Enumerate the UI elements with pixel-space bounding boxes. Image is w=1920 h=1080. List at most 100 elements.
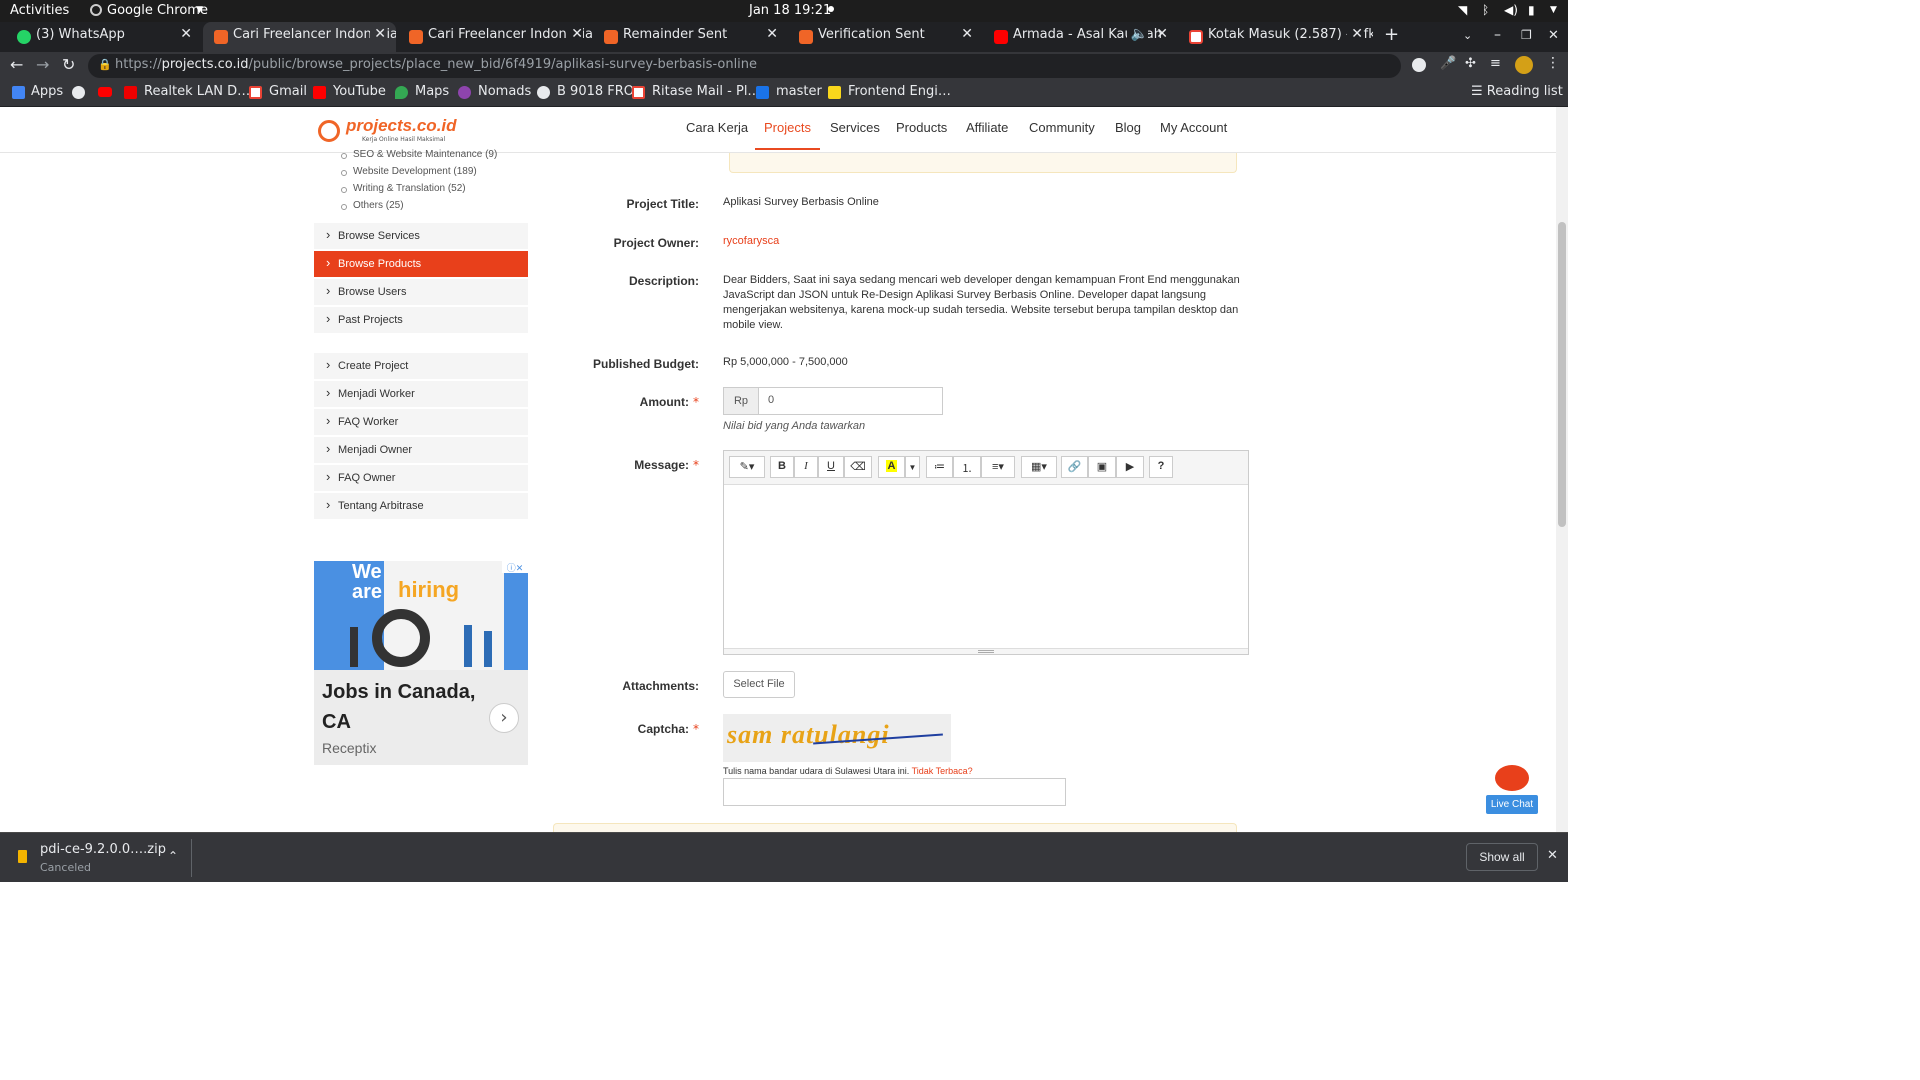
download-filename[interactable]: pdi-ce-9.2.0.0….zip (40, 842, 166, 857)
bookmark-realtek[interactable]: Realtek LAN D… (124, 84, 250, 99)
forward-arrow-icon[interactable]: → (36, 55, 49, 74)
paragraph-align-icon[interactable]: ≡▾ (981, 456, 1015, 478)
font-color-dropdown-icon[interactable]: ▼ (905, 456, 920, 478)
category-link[interactable]: Writing & Translation (52) (341, 183, 466, 194)
sidebar-item-browse-users[interactable]: Browse Users (314, 279, 528, 305)
link-icon[interactable]: 🔗 (1061, 456, 1088, 478)
scrollbar-thumb[interactable] (1558, 222, 1566, 527)
amount-input[interactable]: 0 (758, 387, 943, 415)
tab-gmail-inbox[interactable]: Kotak Masuk (2.587) - rifk ✕ (1178, 22, 1373, 52)
minimize-icon[interactable]: – (1494, 27, 1501, 43)
bookmark-ritase-mail[interactable]: Ritase Mail - Pl… (632, 84, 760, 99)
bluetooth-icon[interactable]: ᛒ (1482, 3, 1489, 17)
tab-remainder-sent[interactable]: Remainder Sent ✕ (593, 22, 788, 52)
close-icon[interactable]: ✕ (180, 26, 192, 42)
clock[interactable]: Jan 18 19:21 (749, 3, 831, 18)
close-icon[interactable]: ✕ (1347, 26, 1363, 42)
new-tab-plus-icon[interactable]: + (1384, 24, 1399, 45)
captcha-refresh-link[interactable]: Tidak Terbaca? (912, 766, 973, 776)
close-icon[interactable]: ✕ (567, 26, 583, 42)
microphone-icon[interactable]: 🎤 (1440, 56, 1456, 71)
bookmark-master[interactable]: master (756, 84, 822, 99)
nav-my-account[interactable]: My Account (1160, 120, 1227, 135)
reading-list-button[interactable]: ☰ Reading list (1471, 84, 1563, 99)
sidebar-item-browse-products[interactable]: Browse Products (314, 251, 528, 277)
live-chat-widget[interactable]: Live Chat (1486, 765, 1538, 814)
nav-cara-kerja[interactable]: Cara Kerja (686, 120, 748, 135)
captcha-input[interactable] (723, 778, 1066, 806)
youtube-bookmark-icon[interactable] (98, 87, 112, 97)
category-link[interactable]: Website Development (189) (341, 166, 477, 177)
bookmark-frontend-engi[interactable]: Frontend Engi… (828, 84, 951, 99)
extension-circle-icon[interactable] (1412, 58, 1426, 72)
tab-cari-freelancer-active[interactable]: Cari Freelancer Indonesia ✕ (203, 22, 396, 52)
ad-jobs-in-canada[interactable]: We are hiring ⓘ✕ Jobs in Canada, CA Rece… (314, 561, 528, 765)
message-textarea[interactable] (724, 485, 1248, 648)
tab-search-chevron-icon[interactable]: ⌄ (1463, 29, 1472, 42)
ad-title[interactable]: Jobs in Canada, CA (322, 677, 492, 737)
table-icon[interactable]: ▦▾ (1021, 456, 1057, 478)
download-options-chevron-icon[interactable]: ⌃ (168, 849, 178, 863)
bookmark-maps[interactable]: Maps (395, 84, 449, 99)
battery-icon[interactable]: ▮ (1528, 3, 1535, 17)
close-icon[interactable]: ✕ (961, 26, 973, 42)
chevron-right-icon[interactable]: › (489, 703, 519, 733)
nav-services[interactable]: Services (830, 120, 880, 135)
underline-button[interactable]: U (818, 456, 844, 478)
sidebar-item-past-projects[interactable]: Past Projects (314, 307, 528, 333)
close-download-shelf-icon[interactable]: ✕ (1547, 848, 1558, 863)
eraser-icon[interactable]: ⌫ (844, 456, 872, 478)
nav-projects[interactable]: Projects (755, 120, 820, 150)
close-icon[interactable]: ✕ (1156, 26, 1168, 42)
font-color-button[interactable]: A (878, 456, 905, 478)
nav-affiliate[interactable]: Affiliate (966, 120, 1008, 135)
sidebar-item-faq-owner[interactable]: FAQ Owner (314, 465, 528, 491)
tab-whatsapp[interactable]: (3) WhatsApp ✕ (6, 22, 202, 52)
unordered-list-icon[interactable]: ≔ (926, 456, 953, 478)
help-button[interactable]: ? (1149, 456, 1173, 478)
globe-icon[interactable] (72, 86, 85, 99)
back-arrow-icon[interactable]: ← (10, 55, 23, 74)
nav-blog[interactable]: Blog (1115, 120, 1141, 135)
sidebar-item-create-project[interactable]: Create Project (314, 353, 528, 379)
nav-community[interactable]: Community (1029, 120, 1095, 135)
magic-style-icon[interactable]: ✎▾ (729, 456, 765, 478)
volume-icon[interactable]: ◀) (1504, 3, 1518, 17)
tab-verification-sent[interactable]: Verification Sent ✕ (788, 22, 983, 52)
category-link[interactable]: SEO & Website Maintenance (9) (340, 149, 497, 160)
ordered-list-icon[interactable]: ⒈ (953, 456, 981, 478)
bookmark-nomads[interactable]: Nomads (458, 84, 531, 99)
page-scrollbar[interactable] (1556, 107, 1568, 832)
bookmark-youtube[interactable]: YouTube (313, 84, 386, 99)
restore-icon[interactable]: ❐ (1521, 28, 1532, 42)
puzzle-extensions-icon[interactable]: ✣ (1465, 56, 1476, 71)
reload-icon[interactable]: ↻ (62, 55, 75, 74)
sidebar-item-faq-worker[interactable]: FAQ Worker (314, 409, 528, 435)
bookmark-b9018[interactable]: B 9018 FRO (537, 84, 634, 99)
close-icon[interactable]: ✕ (766, 26, 778, 42)
sidebar-item-menjadi-worker[interactable]: Menjadi Worker (314, 381, 528, 407)
sidebar-item-menjadi-owner[interactable]: Menjadi Owner (314, 437, 528, 463)
profile-avatar[interactable] (1515, 56, 1533, 74)
audio-playing-icon[interactable]: 🔈 (1126, 26, 1148, 42)
bookmark-apps[interactable]: Apps (12, 84, 63, 99)
wifi-icon[interactable]: ◥ (1458, 3, 1467, 17)
site-logo[interactable]: projects.co.id Kerja Online Hasil Maksim… (318, 116, 474, 146)
close-icon[interactable]: ✕ (370, 26, 386, 42)
tab-youtube-armada[interactable]: Armada - Asal Kau Bah 🔈 ✕ (983, 22, 1178, 52)
editor-resize-handle[interactable] (724, 648, 1248, 654)
category-link[interactable]: Others (25) (341, 200, 404, 211)
ad-choices-icon[interactable]: ⓘ✕ (502, 561, 528, 574)
sidebar-item-tentang-arbitrase[interactable]: Tentang Arbitrase (314, 493, 528, 519)
media-control-icon[interactable]: ≡ (1490, 56, 1501, 71)
window-close-icon[interactable]: ✕ (1548, 28, 1559, 43)
nav-products[interactable]: Products (896, 120, 947, 135)
activities-button[interactable]: Activities (10, 3, 69, 18)
system-menu-chevron-icon[interactable]: ▼ (1550, 5, 1557, 15)
bold-button[interactable]: B (770, 456, 794, 478)
italic-button[interactable]: I (794, 456, 818, 478)
project-owner-link[interactable]: rycofarysca (723, 235, 779, 247)
select-file-button[interactable]: Select File (723, 671, 795, 698)
video-icon[interactable]: ▶ (1116, 456, 1144, 478)
bookmark-gmail[interactable]: Gmail (249, 84, 307, 99)
